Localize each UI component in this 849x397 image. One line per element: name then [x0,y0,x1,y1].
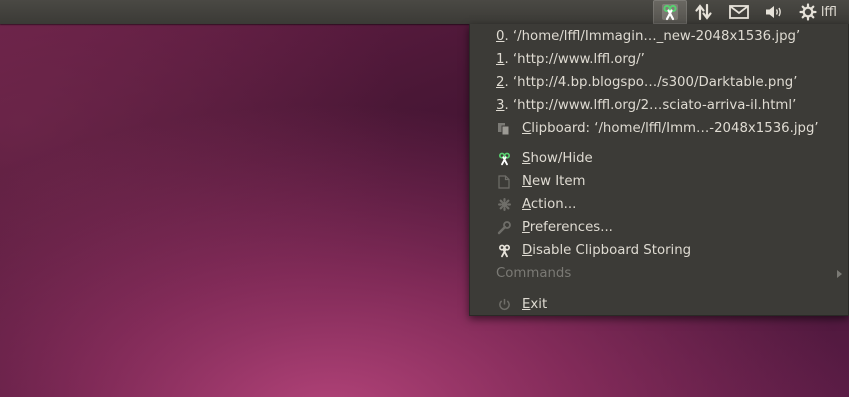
clipboard-scissors-icon [496,151,512,167]
wrench-icon [496,220,512,236]
preferences-item[interactable]: Preferences... [470,216,848,239]
history-item-0[interactable]: 0. ‘/home/lffl/Immagin…_new-2048x1536.jp… [470,25,848,48]
clipit-indicator[interactable] [652,0,687,24]
clipboard-scissors-icon [661,4,678,21]
sound-indicator[interactable] [757,0,791,24]
exit-item[interactable]: Exit [470,293,848,316]
clipboard-label: lipboard: ‘/home/lffl/Imm…-2048x1536.jpg… [531,121,819,136]
clipit-menu: 0. ‘/home/lffl/Immagin…_new-2048x1536.jp… [469,24,849,316]
network-indicator[interactable] [687,0,721,24]
indicator-tray: lffl [652,0,849,24]
mail-envelope-icon [728,5,749,19]
history-text: . ‘/home/lffl/Immagin…_new-2048x1536.jpg… [504,29,801,44]
history-text: . ‘http://www.lffl.org/2…sciato-arriva-i… [504,98,797,113]
exit-label: xit [530,297,548,312]
clipboard-key: C [522,121,532,136]
top-panel: lffl [0,0,849,24]
commands-label: Commands [496,266,572,281]
show-hide-item[interactable]: Show/Hide [470,147,848,170]
preferences-label: references... [529,220,613,235]
action-item[interactable]: Action... [470,193,848,216]
clipboard-item[interactable]: Clipboard: ‘/home/lffl/Imm…-2048x1536.jp… [470,117,848,140]
history-item-1[interactable]: 1. ‘http://www.lffl.org/’ [470,48,848,71]
user-name: lffl [820,4,837,20]
show-hide-label: how/Hide [530,151,593,166]
clipboard-copy-icon [496,121,512,137]
network-updown-icon [695,3,712,21]
new-item-label: ew Item [531,174,586,189]
settings-gear-icon [799,3,817,21]
menu-separator [474,287,844,288]
history-item-2[interactable]: 2. ‘http://4.bp.blogspo…/s300/Darktable.… [470,71,848,94]
history-text: . ‘http://4.bp.blogspo…/s300/Darktable.p… [504,75,798,90]
disable-storing-item[interactable]: Disable Clipboard Storing [470,239,848,262]
preferences-key: P [522,220,530,235]
disable-label: isable Clipboard Storing [532,243,692,258]
action-label: ction... [530,197,577,212]
volume-speaker-icon [765,6,781,18]
scissors-icon [496,243,512,259]
commands-submenu[interactable]: Commands [470,262,848,285]
session-indicator[interactable]: lffl [791,0,849,24]
history-text: . ‘http://www.lffl.org/’ [504,52,645,67]
new-item-key: N [522,174,532,189]
action-key: A [522,197,531,212]
disable-key: D [522,243,533,258]
new-document-icon [496,174,512,190]
new-item-item[interactable]: New Item [470,170,848,193]
cog-icon [496,197,512,213]
messaging-indicator[interactable] [721,0,757,24]
submenu-arrow-icon [837,270,842,278]
menu-separator [474,143,844,144]
power-icon [496,297,512,313]
history-item-3[interactable]: 3. ‘http://www.lffl.org/2…sciato-arriva-… [470,94,848,117]
